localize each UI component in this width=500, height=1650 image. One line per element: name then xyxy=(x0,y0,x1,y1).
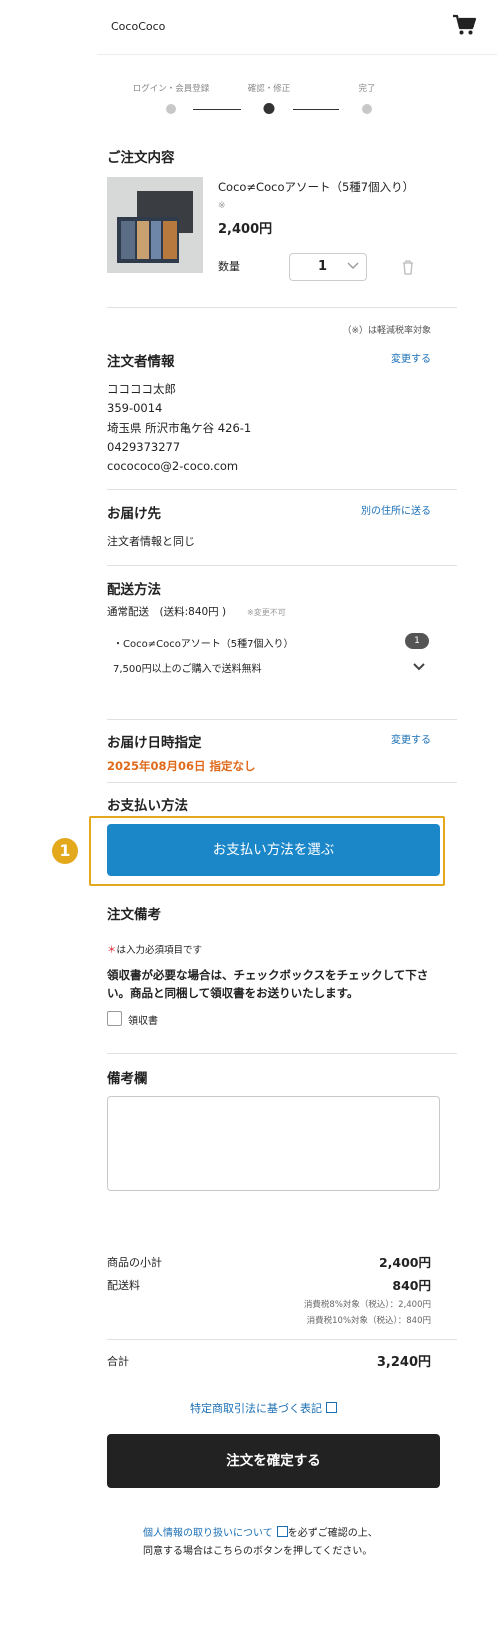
datetime-change-link[interactable]: 変更する xyxy=(385,731,431,746)
divider xyxy=(107,307,457,308)
privacy-note: 個人情報の取り扱いについて を必ずご確認の上、 xyxy=(143,1524,378,1539)
step-connector xyxy=(193,109,241,110)
delivery-section-title: お届け先 xyxy=(107,506,161,522)
orderer-email: cocococo@2-coco.com xyxy=(107,459,239,473)
divider xyxy=(107,1053,457,1054)
ship-to-other-address-link[interactable]: 別の住所に送る xyxy=(337,502,431,517)
external-link-icon xyxy=(326,1402,337,1413)
total-value: 3,240円 xyxy=(376,1355,431,1370)
step-dot-login xyxy=(166,104,176,114)
product-image[interactable] xyxy=(107,177,203,273)
reduced-tax-mark: ※ xyxy=(218,201,226,211)
quantity-label: 数量 xyxy=(218,260,240,273)
checkout-steps: ログイン・会員登録 確認・修正 完了 xyxy=(117,82,477,122)
required-note-text: は入力必須項目です xyxy=(116,945,203,956)
orderer-name: ココココ太郎 xyxy=(107,382,176,396)
delivery-datetime-value: 2025年08月06日 指定なし xyxy=(107,759,256,773)
required-note: ＊は入力必須項目です xyxy=(107,942,202,956)
datetime-section-title: お届け日時指定 xyxy=(107,735,202,751)
payment-section-title: お支払い方法 xyxy=(107,798,188,814)
privacy-link[interactable]: 個人情報の取り扱いについて xyxy=(143,1528,273,1539)
checkout-page: CocoCoco ログイン・会員登録 確認・修正 完了 ご注文内容 Coco≠C… xyxy=(89,0,497,1650)
trash-icon[interactable] xyxy=(401,259,415,275)
product-price: 2,400円 xyxy=(218,222,273,237)
shipping-section-title: 配送方法 xyxy=(107,582,161,598)
divider xyxy=(107,489,457,490)
orderer-address: 埼玉県 所沢市亀ケ谷 426-1 xyxy=(107,421,252,435)
required-mark: ＊ xyxy=(107,945,117,956)
step-number-marker: 1 xyxy=(52,838,78,864)
subtotal-value: 2,400円 xyxy=(378,1255,431,1270)
divider xyxy=(107,565,457,566)
delivery-value: 注文者情報と同じ xyxy=(107,535,195,548)
orderer-phone: 0429373277 xyxy=(107,440,181,454)
step-label-complete: 完了 xyxy=(358,84,376,94)
site-logo[interactable]: CocoCoco xyxy=(111,20,165,33)
confirm-order-button[interactable]: 注文を確定する xyxy=(107,1434,440,1488)
order-section-title: ご注文内容 xyxy=(107,150,175,166)
divider xyxy=(107,782,457,783)
cart-icon[interactable] xyxy=(451,12,477,38)
tokushoho-link[interactable]: 特定商取引法に基づく表記 xyxy=(190,1400,337,1416)
shipping-method: 通常配送 (送料:840円 ) xyxy=(107,606,227,618)
quantity-value: 1 xyxy=(318,259,328,274)
external-link-icon xyxy=(276,1526,288,1537)
tokushoho-link-text: 特定商取引法に基づく表記 xyxy=(190,1402,322,1415)
header: CocoCoco xyxy=(97,0,497,55)
shipping-note: ※変更不可 xyxy=(247,608,286,617)
product-name[interactable]: Coco≠Cocoアソート（5種7個入り） xyxy=(218,179,414,195)
step-connector xyxy=(293,109,339,110)
orderer-zip: 359-0014 xyxy=(107,401,163,415)
shipping-item-count-badge: 1 xyxy=(405,633,429,649)
reduced-tax-note: （※）は軽減税率対象 xyxy=(342,326,431,336)
shipping-fee-label: 配送料 xyxy=(107,1279,140,1292)
privacy-note-rest: を必ずご確認の上、 xyxy=(287,1528,378,1539)
subtotal-label: 商品の小計 xyxy=(107,1256,162,1269)
memo-textarea[interactable] xyxy=(107,1096,440,1191)
step-label-confirm: 確認・修正 xyxy=(247,84,291,94)
receipt-instructions: 領収書が必要な場合は、チェックボックスをチェックして下さい。商品と同梱して領収書… xyxy=(107,968,429,1000)
orderer-change-link[interactable]: 変更する xyxy=(385,350,431,365)
chevron-down-icon[interactable] xyxy=(412,660,426,674)
divider xyxy=(107,719,457,720)
select-payment-button[interactable]: お支払い方法を選ぶ xyxy=(107,824,440,876)
divider xyxy=(107,1339,457,1340)
receipt-checkbox[interactable] xyxy=(107,1011,122,1026)
tax10-note: 消費税10%対象（税込）：840円 xyxy=(306,1316,431,1326)
privacy-note-line2: 同意する場合はこちらのボタンを押してください。 xyxy=(143,1546,373,1557)
orderer-section-title: 注文者情報 xyxy=(107,354,175,370)
step-label-login: ログイン・会員登録 xyxy=(132,84,210,94)
shipping-item: ・Coco≠Cocoアソート（5種7個入り） xyxy=(113,639,294,650)
memo-title: 備考欄 xyxy=(107,1071,148,1087)
free-shipping-note: 7,500円以上のご購入で送料無料 xyxy=(113,664,262,675)
tax8-note: 消費税8%対象（税込）：2,400円 xyxy=(303,1300,431,1310)
step-dot-confirm-active xyxy=(263,103,275,114)
chevron-down-icon xyxy=(347,262,359,269)
quantity-select[interactable]: 1 xyxy=(289,253,367,281)
step-dot-complete xyxy=(362,104,372,114)
total-label: 合計 xyxy=(107,1355,129,1368)
shipping-fee-value: 840円 xyxy=(392,1278,431,1293)
remarks-section-title: 注文備考 xyxy=(107,907,161,923)
receipt-label[interactable]: 領収書 xyxy=(128,1012,158,1027)
